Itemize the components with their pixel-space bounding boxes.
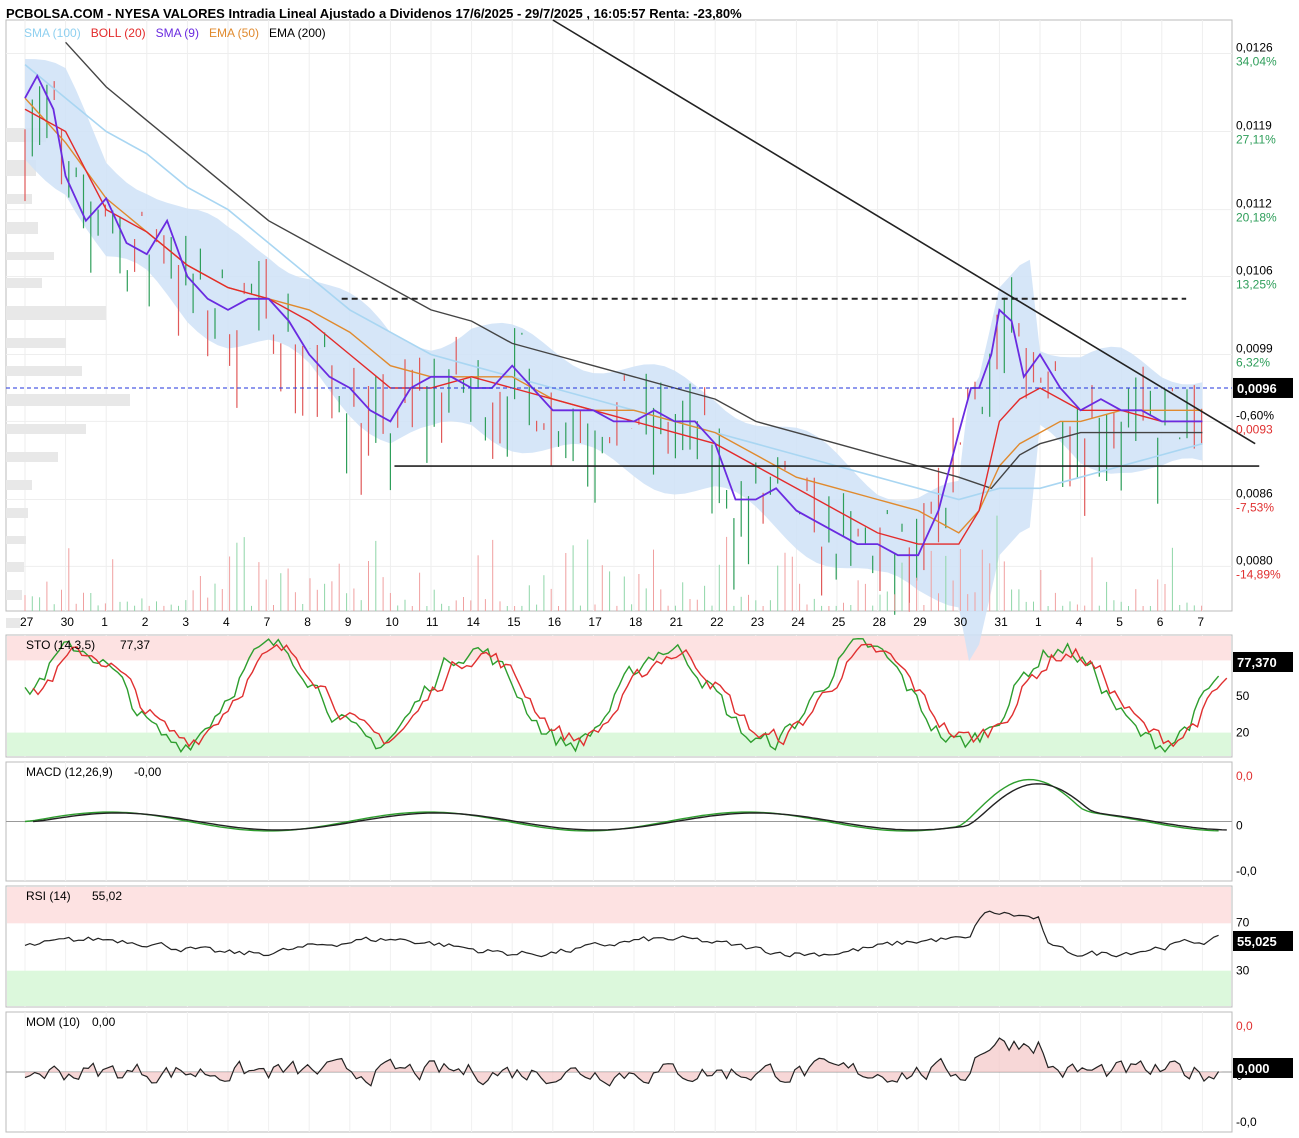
- indicator-value: 0,00: [92, 1015, 116, 1029]
- y-tick-label: -0,60%: [1236, 408, 1274, 422]
- x-tick-label: 30: [954, 615, 968, 629]
- indicator-last-value: 77,370: [1237, 655, 1277, 670]
- overbought-zone: [7, 887, 1231, 924]
- indicator-value: -0,00: [134, 765, 162, 779]
- volume-profile-bar: [6, 194, 32, 204]
- volume-profile-bar: [6, 508, 28, 518]
- volume-profile-bar: [6, 222, 38, 234]
- x-tick-label: 29: [913, 615, 927, 629]
- volume-profile-bar: [6, 424, 86, 434]
- x-tick-label: 23: [751, 615, 765, 629]
- x-tick-label: 1: [1035, 615, 1042, 629]
- y-tick-pct: 13,25%: [1236, 277, 1277, 291]
- y-tick-pct: 6,32%: [1236, 356, 1270, 370]
- x-tick-label: 5: [1116, 615, 1123, 629]
- indicator-last-value: 0,000: [1237, 1061, 1270, 1076]
- volume-profile-bar: [6, 252, 54, 260]
- x-tick-label: 27: [20, 615, 34, 629]
- y-tick-pct: 20,18%: [1236, 211, 1277, 225]
- y-tick-label: 0,0126: [1236, 40, 1273, 54]
- volume-profile-bar: [6, 536, 26, 544]
- y-tick-pct: -7,53%: [1236, 500, 1274, 514]
- x-tick-label: 4: [1076, 615, 1083, 629]
- y-tick-pct: -14,89%: [1236, 567, 1281, 581]
- indicator-title: STO (14,3,5): [26, 638, 95, 652]
- x-tick-label: 11: [426, 615, 439, 629]
- x-tick-label: 30: [61, 615, 75, 629]
- legend-item: BOLL (20): [90, 26, 146, 40]
- indicator-y-tick: 0,0: [1236, 769, 1253, 783]
- x-tick-label: 1: [101, 615, 108, 629]
- volume-profile-bar: [6, 394, 130, 406]
- indicator-y-tick: 0,0: [1236, 1019, 1253, 1033]
- x-tick-label: 24: [791, 615, 805, 629]
- x-tick-label: 15: [507, 615, 521, 629]
- indicator-last-value: 55,025: [1237, 934, 1277, 949]
- y-tick-label: 0,0119: [1236, 119, 1272, 133]
- volume-profile-bar: [6, 480, 32, 490]
- y-tick-label: 0,0099: [1236, 342, 1273, 356]
- x-tick-label: 18: [629, 615, 643, 629]
- indicator-y-tick: 30: [1236, 964, 1250, 978]
- x-tick-label: 16: [548, 615, 562, 629]
- x-tick-label: 6: [1157, 615, 1164, 629]
- volume-profile-bar: [6, 278, 42, 288]
- legend-item: SMA (9): [155, 26, 199, 40]
- y-tick-pct: 34,04%: [1236, 54, 1277, 68]
- last-price-label: 0,0096: [1237, 381, 1277, 396]
- volume-profile-bar: [6, 618, 20, 628]
- indicator-y-tick: -0,0: [1236, 1115, 1257, 1129]
- legend-item: EMA (50): [208, 26, 259, 40]
- oversold-zone: [7, 970, 1231, 1006]
- x-tick-label: 9: [345, 615, 352, 629]
- x-tick-label: 25: [832, 615, 846, 629]
- x-tick-label: 3: [182, 615, 189, 629]
- chart-svg: 0,012634,04%0,011927,11%0,011220,18%0,01…: [5, 19, 1293, 1133]
- volume-profile-bar: [6, 562, 24, 572]
- x-tick-label: 22: [710, 615, 724, 629]
- indicator-title: RSI (14): [26, 889, 71, 903]
- y-tick-pct: 0,0093: [1236, 422, 1273, 436]
- indicator-y-tick: 20: [1236, 726, 1250, 740]
- x-tick-label: 28: [873, 615, 887, 629]
- indicator-y-tick: 0: [1236, 819, 1243, 833]
- x-tick-label: 14: [467, 615, 481, 629]
- y-tick-label: 0,0112: [1236, 197, 1272, 211]
- volume-profile-bar: [6, 452, 58, 462]
- x-tick-label: 21: [670, 615, 684, 629]
- volume-profile-bar: [6, 306, 106, 320]
- indicator-title: MOM (10): [26, 1015, 80, 1029]
- x-tick-label: 10: [385, 615, 399, 629]
- x-tick-label: 7: [1197, 615, 1204, 629]
- x-tick-label: 31: [994, 615, 1008, 629]
- indicator-y-tick: 70: [1236, 915, 1250, 929]
- y-tick-label: 0,0106: [1236, 263, 1273, 277]
- indicator-value: 55,02: [92, 889, 122, 903]
- volume-profile-bar: [6, 338, 66, 348]
- legend: SMA (100) BOLL (20) SMA (9) EMA (50) EMA (20…: [24, 26, 336, 40]
- indicator-y-tick: -0,0: [1236, 864, 1257, 878]
- x-tick-label: 4: [223, 615, 230, 629]
- legend-item: EMA (200): [268, 26, 326, 40]
- indicator-y-tick: 50: [1236, 689, 1250, 703]
- volume-profile-bar: [6, 366, 82, 376]
- x-tick-label: 2: [142, 615, 149, 629]
- x-tick-label: 17: [588, 615, 602, 629]
- legend-item: SMA (100): [24, 26, 81, 40]
- y-tick-label: 0,0086: [1236, 486, 1273, 500]
- indicator-title: MACD (12,26,9): [26, 765, 113, 779]
- chart-root: PCBOLSA.COM - NYESA VALORES Intradia Lin…: [0, 0, 1299, 1138]
- volume-profile-bar: [6, 590, 22, 600]
- indicator-value: 77,37: [120, 638, 150, 652]
- x-tick-label: 8: [304, 615, 311, 629]
- x-tick-label: 7: [264, 615, 271, 629]
- y-tick-pct: 27,11%: [1236, 133, 1276, 147]
- y-tick-label: 0,0080: [1236, 553, 1273, 567]
